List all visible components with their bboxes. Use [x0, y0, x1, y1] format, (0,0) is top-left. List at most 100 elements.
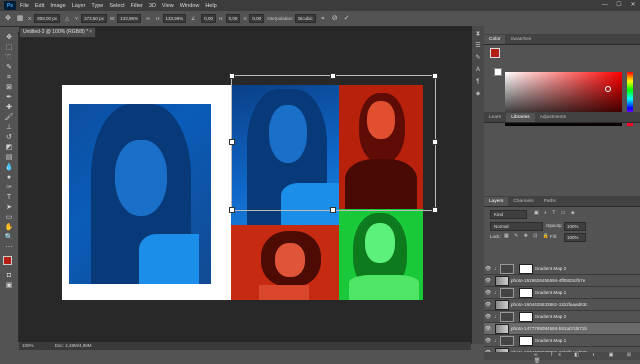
x-field[interactable]: 808,00 px: [34, 14, 61, 23]
minimize-button[interactable]: —: [598, 0, 612, 11]
layer-row[interactable]: 👁 ↓ Gradient Map 2: [484, 311, 640, 323]
layer-row[interactable]: 👁 photo-1529626455594-4ff0802cfb7e: [484, 275, 640, 287]
document-tab[interactable]: Untitled-3 @ 100% (RGB/8) * ×: [19, 27, 96, 38]
transform-handle-tr[interactable]: [432, 73, 438, 79]
zoom-level[interactable]: 100%: [22, 343, 34, 348]
transform-handle-br[interactable]: [432, 207, 438, 213]
layer-row[interactable]: 👁 ↓ Gradient Map 2: [484, 263, 640, 275]
tab-swatches[interactable]: Swatches: [505, 35, 536, 44]
blend-mode-select[interactable]: Normal: [490, 222, 543, 231]
interpolation-select[interactable]: Bicubic: [295, 14, 316, 23]
commit-transform-icon[interactable]: ✓: [343, 15, 351, 23]
h-skew-field[interactable]: 0,00: [225, 14, 241, 23]
brush-tool-icon[interactable]: 🖌: [4, 113, 14, 122]
transform-handle-right[interactable]: [432, 139, 438, 145]
transform-handle-tl[interactable]: [229, 73, 235, 79]
layer-row[interactable]: 👁 ↓ Gradient Map 1: [484, 335, 640, 347]
visibility-eye-icon[interactable]: 👁: [484, 278, 492, 284]
eraser-tool-icon[interactable]: ◩: [4, 143, 14, 152]
maximize-button[interactable]: ☐: [612, 0, 626, 11]
paragraph-icon[interactable]: ¶: [474, 78, 482, 86]
visibility-eye-icon[interactable]: 👁: [484, 266, 492, 272]
tab-learn[interactable]: Learn: [484, 113, 506, 122]
angle-field[interactable]: 0,00: [201, 14, 217, 23]
foreground-color-swatch[interactable]: [3, 256, 12, 265]
layer-row-selected[interactable]: 👁 photo-1477795084584-b81a07d571b: [484, 323, 640, 335]
visibility-eye-icon[interactable]: 👁: [484, 290, 492, 296]
visibility-eye-icon[interactable]: 👁: [484, 302, 492, 308]
close-tab-icon[interactable]: ×: [89, 28, 92, 37]
height-field[interactable]: 133,96%: [162, 14, 187, 23]
history-icon[interactable]: ⧗: [474, 30, 482, 38]
transform-handle-bl[interactable]: [229, 207, 235, 213]
3d-icon[interactable]: ◈: [474, 90, 482, 98]
lasso-tool-icon[interactable]: ➰: [4, 53, 14, 62]
rectangle-tool-icon[interactable]: ▭: [4, 213, 14, 222]
layer-filter-icons[interactable]: ▣ ◐ T ▭ ◈: [534, 210, 577, 216]
menu-view[interactable]: View: [162, 3, 174, 9]
tab-layers[interactable]: Layers: [484, 197, 509, 206]
menu-select[interactable]: Select: [109, 3, 124, 9]
history-brush-icon[interactable]: ↺: [4, 133, 14, 142]
layers-footer-icons[interactable]: ∞ fx ◧ ◐ ▣ ⊞ 🗑: [484, 352, 640, 364]
visibility-eye-icon[interactable]: 👁: [484, 314, 492, 320]
visibility-eye-icon[interactable]: 👁: [484, 338, 492, 344]
menu-filter[interactable]: Filter: [131, 3, 143, 9]
tab-paths[interactable]: Paths: [539, 197, 561, 206]
close-window-button[interactable]: ✕: [626, 0, 640, 11]
y-field[interactable]: 373,50 px: [81, 14, 107, 23]
free-transform-box[interactable]: [229, 73, 438, 213]
layer-mask-thumb[interactable]: [518, 311, 533, 322]
properties-icon[interactable]: ☰: [474, 42, 482, 50]
move-tool-icon[interactable]: ✥: [4, 33, 14, 42]
layer-mask-thumb[interactable]: [518, 263, 533, 274]
path-select-icon[interactable]: ➤: [4, 203, 14, 212]
color-swatches[interactable]: [0, 256, 18, 270]
zoom-tool-icon[interactable]: 🔍: [4, 233, 14, 242]
bg-color-chip[interactable]: [494, 68, 502, 76]
layer-row[interactable]: 👁 ↓ Gradient Map 1: [484, 287, 640, 299]
gradient-tool-icon[interactable]: ▤: [4, 153, 14, 162]
warp-icon[interactable]: ⌗: [319, 15, 327, 23]
menu-type[interactable]: Type: [91, 3, 103, 9]
frame-tool-icon[interactable]: ⊠: [4, 83, 14, 92]
tab-adjustments[interactable]: Adjustments: [535, 113, 571, 122]
reference-point-icon[interactable]: ▦: [16, 15, 24, 23]
link-icon[interactable]: ∞: [144, 15, 152, 23]
lock-icons[interactable]: ▦ ✎ ✥ ⊡ 🔒: [504, 233, 551, 239]
marquee-tool-icon[interactable]: ⬚: [4, 43, 14, 52]
more-tools-icon[interactable]: ⋯: [4, 243, 14, 252]
tab-libraries[interactable]: Libraries: [506, 113, 535, 122]
menu-image[interactable]: Image: [50, 3, 65, 9]
width-field[interactable]: 133,96%: [117, 14, 142, 23]
relative-position-icon[interactable]: △: [63, 15, 71, 23]
tab-channels[interactable]: Channels: [508, 197, 538, 206]
opacity-field[interactable]: 100%: [564, 222, 586, 231]
transform-handle-left[interactable]: [229, 139, 235, 145]
fill-field[interactable]: 100%: [564, 233, 586, 242]
layer-mask-thumb[interactable]: [518, 287, 533, 298]
quick-select-tool-icon[interactable]: ✎: [4, 63, 14, 72]
crop-tool-icon[interactable]: ⌗: [4, 73, 14, 82]
menu-file[interactable]: File: [20, 3, 29, 9]
quick-mask-icon[interactable]: ◘: [4, 271, 14, 280]
fg-color-chip[interactable]: [490, 48, 500, 58]
transform-handle-bottom[interactable]: [330, 207, 336, 213]
blur-tool-icon[interactable]: 💧: [4, 163, 14, 172]
transform-handle-top[interactable]: [330, 73, 336, 79]
dodge-tool-icon[interactable]: ●: [4, 173, 14, 182]
menu-edit[interactable]: Edit: [35, 3, 44, 9]
layer-row[interactable]: 👁 photo-1604426633861-11b2faaad63c: [484, 299, 640, 311]
menu-window[interactable]: Window: [180, 3, 200, 9]
menu-help[interactable]: Help: [205, 3, 216, 9]
move-tool-icon[interactable]: ✥: [4, 15, 12, 23]
layer-mask-thumb[interactable]: [518, 335, 533, 346]
tab-color[interactable]: Color: [484, 35, 506, 44]
clone-stamp-icon[interactable]: ⊥: [4, 123, 14, 132]
type-tool-icon[interactable]: T: [4, 193, 14, 202]
hand-tool-icon[interactable]: ✋: [4, 223, 14, 232]
menu-layer[interactable]: Layer: [72, 3, 86, 9]
v-skew-field[interactable]: 0,00: [249, 14, 265, 23]
character-icon[interactable]: A: [474, 66, 482, 74]
picker-cursor[interactable]: [605, 86, 611, 92]
